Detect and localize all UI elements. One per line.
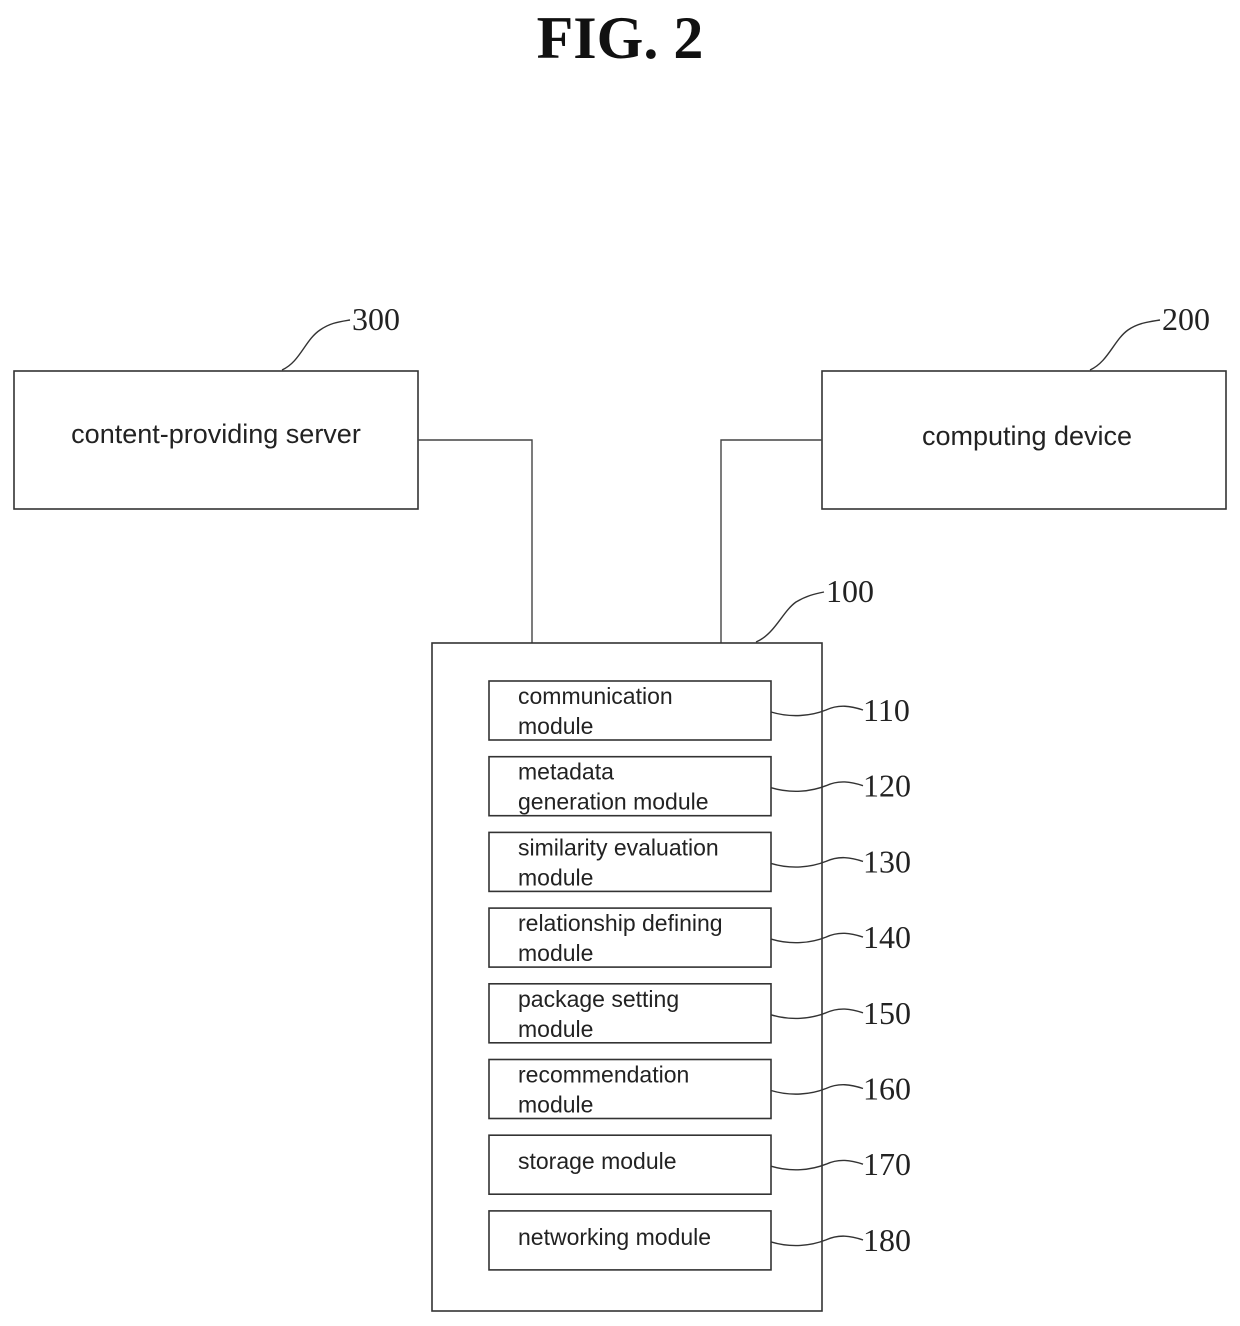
content-server-node: content-providing server 300 [13,301,419,510]
module-ref: 130 [863,843,911,879]
module-leader-line [770,781,864,792]
computing-device-label: computing device [922,421,1132,451]
module-label-line: module [518,864,593,890]
module-ref: 140 [863,919,911,955]
figure-title: FIG. 2 [537,5,704,71]
module-label-line: package setting [518,986,679,1012]
module-leader-line [770,1084,864,1095]
patent-diagram: FIG. 2 content-providing server 300 comp… [13,5,1227,1312]
module-label-line: module [518,1092,593,1118]
module-ref: 180 [863,1222,911,1258]
module-item: package setting module 150 [488,982,911,1044]
content-server-leader-line [281,319,351,371]
module-label-line: metadata [518,759,614,785]
module-label-line: storage module [518,1148,677,1174]
module-ref: 120 [863,768,911,804]
module-leader-line [770,1235,864,1247]
module-item: recommendation module 160 [488,1058,911,1120]
module-label-line: similarity evaluation [518,834,719,860]
module-label-line: module [518,940,593,966]
module-ref: 150 [863,995,911,1031]
module-label-line: generation module [518,789,709,815]
module-list: communication module 110 metadata generation… [488,680,911,1271]
module-label-line: recommendation [518,1062,689,1088]
module-label-line: module [518,1016,593,1042]
module-ref: 110 [863,692,910,728]
system-ref: 100 [826,573,874,609]
module-item: storage module 170 [488,1134,911,1195]
module-item: similarity evaluation module 130 [488,831,911,893]
computing-device-leader-line [1089,319,1161,371]
content-server-label: content-providing server [71,419,361,449]
module-leader-line [770,1008,864,1020]
connection-server-to-system [418,439,533,643]
module-leader-line [770,705,864,717]
module-leader-line [770,1159,864,1171]
computing-device-ref: 200 [1162,301,1210,337]
module-label-line: module [518,713,593,739]
module-label-line: networking module [518,1224,711,1250]
module-leader-line [770,932,864,944]
module-ref: 160 [863,1071,911,1107]
system-leader-line [755,591,825,643]
computing-device-node: computing device 200 [821,301,1227,510]
module-item: relationship defining module 140 [488,907,911,968]
module-item: networking module 180 [488,1210,911,1271]
module-label-line: communication [518,683,673,709]
connection-device-to-system [720,439,822,643]
module-item: metadata generation module 120 [488,755,911,817]
content-server-ref: 300 [352,301,400,337]
module-label-line: relationship defining [518,910,723,936]
module-ref: 170 [863,1146,911,1182]
module-leader-line [770,856,864,868]
module-item: communication module 110 [488,680,910,741]
